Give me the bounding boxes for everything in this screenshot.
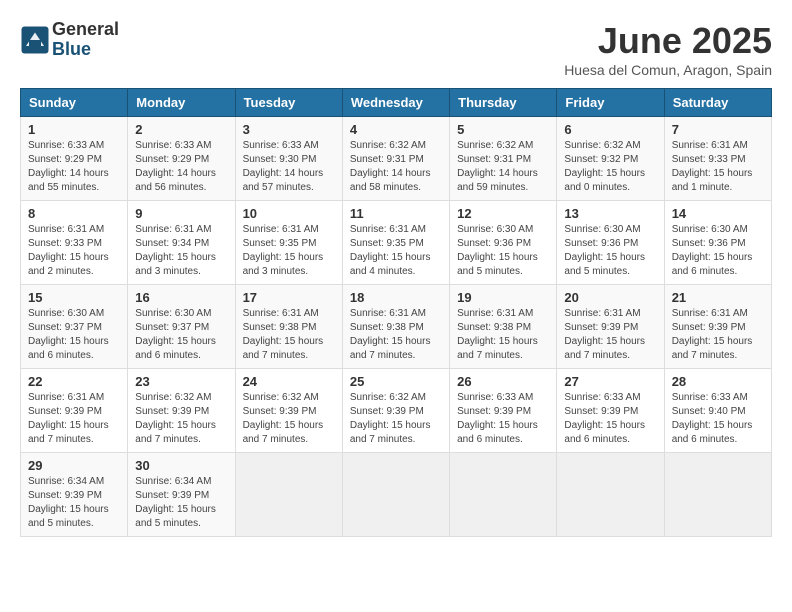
logo: General Blue xyxy=(20,20,119,60)
day-cell-2: 2 Sunrise: 6:33 AMSunset: 9:29 PMDayligh… xyxy=(128,117,235,201)
header-sunday: Sunday xyxy=(21,89,128,117)
day-cell-18: 18 Sunrise: 6:31 AMSunset: 9:38 PMDaylig… xyxy=(342,285,449,369)
empty-cell-2 xyxy=(342,453,449,537)
header-wednesday: Wednesday xyxy=(342,89,449,117)
day-cell-10: 10 Sunrise: 6:31 AMSunset: 9:35 PMDaylig… xyxy=(235,201,342,285)
day-cell-24: 24 Sunrise: 6:32 AMSunset: 9:39 PMDaylig… xyxy=(235,369,342,453)
day-cell-3: 3 Sunrise: 6:33 AMSunset: 9:30 PMDayligh… xyxy=(235,117,342,201)
header-thursday: Thursday xyxy=(450,89,557,117)
header-saturday: Saturday xyxy=(664,89,771,117)
empty-cell-1 xyxy=(235,453,342,537)
day-cell-25: 25 Sunrise: 6:32 AMSunset: 9:39 PMDaylig… xyxy=(342,369,449,453)
calendar-header-row: Sunday Monday Tuesday Wednesday Thursday… xyxy=(21,89,772,117)
day-cell-6: 6 Sunrise: 6:32 AMSunset: 9:32 PMDayligh… xyxy=(557,117,664,201)
header-tuesday: Tuesday xyxy=(235,89,342,117)
empty-cell-5 xyxy=(664,453,771,537)
day-cell-27: 27 Sunrise: 6:33 AMSunset: 9:39 PMDaylig… xyxy=(557,369,664,453)
day-cell-11: 11 Sunrise: 6:31 AMSunset: 9:35 PMDaylig… xyxy=(342,201,449,285)
day-cell-9: 9 Sunrise: 6:31 AMSunset: 9:34 PMDayligh… xyxy=(128,201,235,285)
day-cell-28: 28 Sunrise: 6:33 AMSunset: 9:40 PMDaylig… xyxy=(664,369,771,453)
day-cell-13: 13 Sunrise: 6:30 AMSunset: 9:36 PMDaylig… xyxy=(557,201,664,285)
day-cell-8: 8 Sunrise: 6:31 AMSunset: 9:33 PMDayligh… xyxy=(21,201,128,285)
header-monday: Monday xyxy=(128,89,235,117)
week-row-3: 15 Sunrise: 6:30 AMSunset: 9:37 PMDaylig… xyxy=(21,285,772,369)
day-cell-23: 23 Sunrise: 6:32 AMSunset: 9:39 PMDaylig… xyxy=(128,369,235,453)
logo-icon xyxy=(20,25,50,55)
day-cell-5: 5 Sunrise: 6:32 AMSunset: 9:31 PMDayligh… xyxy=(450,117,557,201)
week-row-4: 22 Sunrise: 6:31 AMSunset: 9:39 PMDaylig… xyxy=(21,369,772,453)
location: Huesa del Comun, Aragon, Spain xyxy=(564,62,772,78)
day-cell-29: 29 Sunrise: 6:34 AMSunset: 9:39 PMDaylig… xyxy=(21,453,128,537)
day-cell-26: 26 Sunrise: 6:33 AMSunset: 9:39 PMDaylig… xyxy=(450,369,557,453)
week-row-2: 8 Sunrise: 6:31 AMSunset: 9:33 PMDayligh… xyxy=(21,201,772,285)
day-cell-30: 30 Sunrise: 6:34 AMSunset: 9:39 PMDaylig… xyxy=(128,453,235,537)
week-row-5: 29 Sunrise: 6:34 AMSunset: 9:39 PMDaylig… xyxy=(21,453,772,537)
empty-cell-4 xyxy=(557,453,664,537)
day-cell-19: 19 Sunrise: 6:31 AMSunset: 9:38 PMDaylig… xyxy=(450,285,557,369)
day-cell-12: 12 Sunrise: 6:30 AMSunset: 9:36 PMDaylig… xyxy=(450,201,557,285)
day-cell-15: 15 Sunrise: 6:30 AMSunset: 9:37 PMDaylig… xyxy=(21,285,128,369)
day-cell-21: 21 Sunrise: 6:31 AMSunset: 9:39 PMDaylig… xyxy=(664,285,771,369)
day-cell-7: 7 Sunrise: 6:31 AMSunset: 9:33 PMDayligh… xyxy=(664,117,771,201)
logo-blue-text: Blue xyxy=(52,40,119,60)
header-friday: Friday xyxy=(557,89,664,117)
empty-cell-3 xyxy=(450,453,557,537)
header: General Blue June 2025 Huesa del Comun, … xyxy=(20,20,772,78)
day-cell-20: 20 Sunrise: 6:31 AMSunset: 9:39 PMDaylig… xyxy=(557,285,664,369)
day-cell-1: 1 Sunrise: 6:33 AMSunset: 9:29 PMDayligh… xyxy=(21,117,128,201)
day-cell-4: 4 Sunrise: 6:32 AMSunset: 9:31 PMDayligh… xyxy=(342,117,449,201)
month-title: June 2025 xyxy=(564,20,772,62)
logo-general-text: General xyxy=(52,20,119,40)
week-row-1: 1 Sunrise: 6:33 AMSunset: 9:29 PMDayligh… xyxy=(21,117,772,201)
day-cell-17: 17 Sunrise: 6:31 AMSunset: 9:38 PMDaylig… xyxy=(235,285,342,369)
title-area: June 2025 Huesa del Comun, Aragon, Spain xyxy=(564,20,772,78)
day-cell-16: 16 Sunrise: 6:30 AMSunset: 9:37 PMDaylig… xyxy=(128,285,235,369)
day-cell-14: 14 Sunrise: 6:30 AMSunset: 9:36 PMDaylig… xyxy=(664,201,771,285)
calendar-table: Sunday Monday Tuesday Wednesday Thursday… xyxy=(20,88,772,537)
logo-text: General Blue xyxy=(52,20,119,60)
day-cell-22: 22 Sunrise: 6:31 AMSunset: 9:39 PMDaylig… xyxy=(21,369,128,453)
